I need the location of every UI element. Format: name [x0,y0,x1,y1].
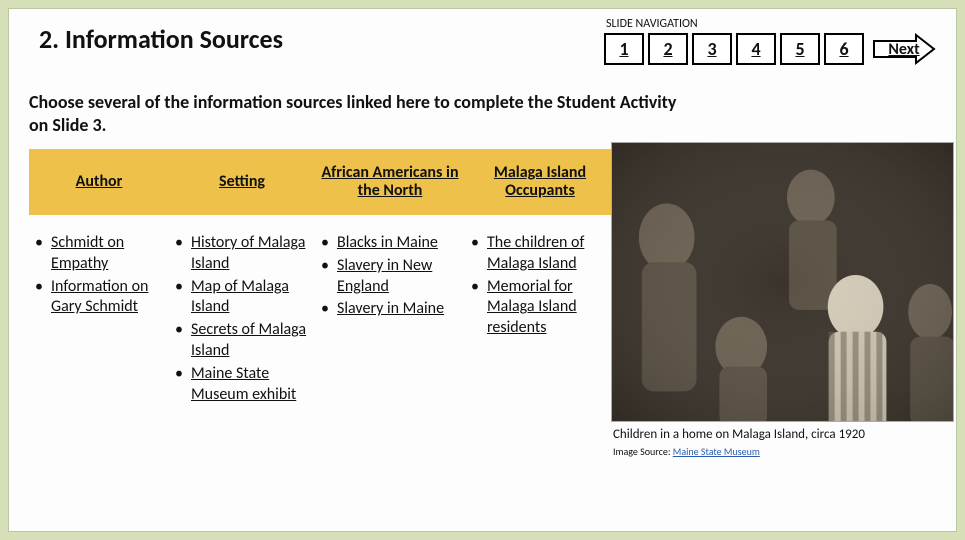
image-source-link[interactable]: Maine State Museum [673,445,760,458]
image-caption: Children in a home on Malaga Island, cir… [613,427,865,442]
image-children-malaga [611,142,954,422]
nav-item-1[interactable]: 1 [604,33,644,65]
top-bar: 2. Information Sources SLIDE NAVIGATION … [29,23,936,55]
col-body-african-americans: Blacks in Maine Slavery in New England S… [315,215,465,407]
nav-row: 1 2 3 4 5 6 Next [604,33,936,65]
link-blacks-in-maine[interactable]: Blacks in Maine [321,233,465,254]
col-body-author: Schmidt on Empathy Information on Gary S… [29,215,169,407]
col-body-malaga-occupants: The children of Malaga Island Memorial f… [465,215,615,407]
col-header-author[interactable]: Author [29,149,169,215]
nav-next-label: Next [888,40,919,59]
link-secrets-malaga[interactable]: Secrets of Malaga Island [175,320,315,362]
nav-item-6[interactable]: 6 [824,33,864,65]
nav-item-3[interactable]: 3 [692,33,732,65]
col-header-setting[interactable]: Setting [169,149,315,215]
nav-item-2[interactable]: 2 [648,33,688,65]
nav-item-4[interactable]: 4 [736,33,776,65]
col-header-malaga-occupants[interactable]: Malaga Island Occupants [465,149,615,215]
slide-navigation: SLIDE NAVIGATION 1 2 3 4 5 6 Next [604,17,936,65]
link-memorial-malaga-residents[interactable]: Memorial for Malaga Island residents [471,277,615,339]
nav-label: SLIDE NAVIGATION [604,17,936,31]
col-header-african-americans[interactable]: African Americans in the North [315,149,465,215]
nav-next-button[interactable]: Next [872,33,936,65]
link-info-gary-schmidt[interactable]: Information on Gary Schmidt [35,277,169,319]
link-maine-state-museum-exhibit[interactable]: Maine State Museum exhibit [175,364,315,406]
link-slavery-in-maine[interactable]: Slavery in Maine [321,299,465,320]
link-map-malaga[interactable]: Map of Malaga Island [175,277,315,319]
link-schmidt-empathy[interactable]: Schmidt on Empathy [35,233,169,275]
instructions-text: Choose several of the information source… [29,91,689,136]
slide-container: 2. Information Sources SLIDE NAVIGATION … [0,0,965,540]
nav-item-5[interactable]: 5 [780,33,820,65]
image-source: Image Source: Maine State Museum [613,445,760,458]
image-source-prefix: Image Source: [613,445,673,458]
col-body-setting: History of Malaga Island Map of Malaga I… [169,215,315,407]
slide-inner: 2. Information Sources SLIDE NAVIGATION … [8,8,957,532]
columns-grid: Author Setting African Americans in the … [29,149,609,407]
link-children-of-malaga[interactable]: The children of Malaga Island [471,233,615,275]
link-slavery-new-england[interactable]: Slavery in New England [321,256,465,298]
link-history-malaga[interactable]: History of Malaga Island [175,233,315,275]
page-title: 2. Information Sources [29,23,283,55]
